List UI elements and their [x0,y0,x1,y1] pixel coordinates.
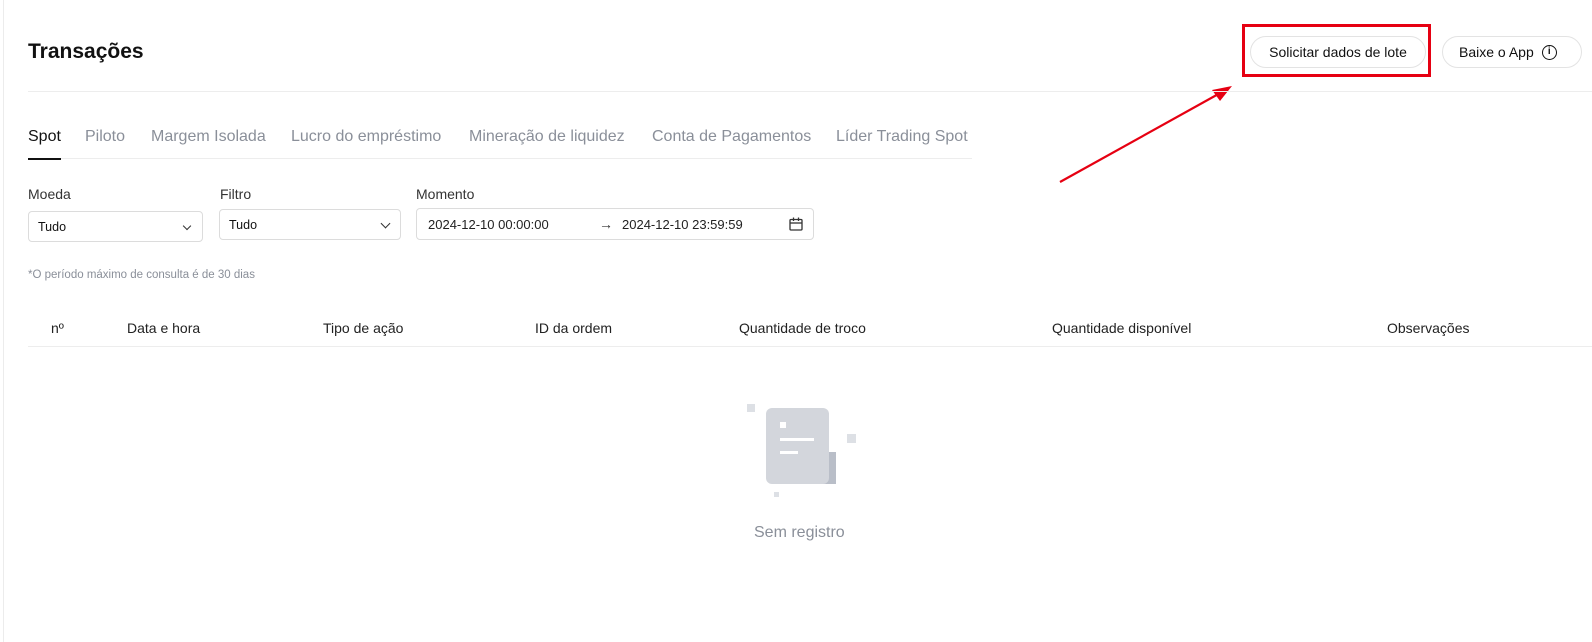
header-divider [28,91,1592,92]
column-order-id: ID da ordem [535,320,613,336]
currency-select[interactable]: Tudo [28,211,203,242]
tab-bar: Spot Piloto Margem Isolada Lucro do empr… [28,128,972,160]
filter-select[interactable]: Tudo [219,209,401,240]
tab-lider-trading-spot[interactable]: Líder Trading Spot [836,128,968,159]
tab-conta-pagamentos[interactable]: Conta de Pagamentos [652,128,811,159]
column-notes: Observações [1387,320,1470,336]
empty-state-text: Sem registro [754,524,845,541]
end-date[interactable]: 2024-12-10 23:59:59 [622,217,743,232]
range-arrow-icon: → [599,216,613,232]
tab-margem-isolada[interactable]: Margem Isolada [151,128,266,159]
column-number: nº [51,320,64,336]
column-change-amount: Quantidade de troco [739,320,866,336]
filter-select-value: Tudo [229,217,258,232]
query-period-hint: *O período máximo de consulta é de 30 di… [28,269,255,281]
date-range-picker[interactable]: 2024-12-10 00:00:00 → 2024-12-10 23:59:5… [416,208,814,240]
calendar-icon[interactable] [789,217,803,231]
tab-piloto[interactable]: Piloto [85,128,125,159]
tab-spot[interactable]: Spot [28,128,61,160]
start-date[interactable]: 2024-12-10 00:00:00 [428,217,549,232]
chevron-down-icon [182,221,192,231]
chevron-down-icon [380,218,391,229]
time-label: Momento [416,186,475,202]
column-available-amount: Quantidade disponível [1052,320,1192,336]
currency-select-value: Tudo [38,219,67,234]
column-action-type: Tipo de ação [323,320,404,336]
filter-label: Filtro [220,186,252,202]
tab-lucro-emprestimo[interactable]: Lucro do empréstimo [291,128,441,159]
column-date-time: Data e hora [127,320,201,336]
currency-label: Moeda [28,186,71,202]
tab-mineracao-liquidez[interactable]: Mineração de liquidez [469,128,625,159]
table-header: nº Data e hora Tipo de ação ID da ordem … [28,310,1592,347]
empty-document-icon [747,404,856,497]
